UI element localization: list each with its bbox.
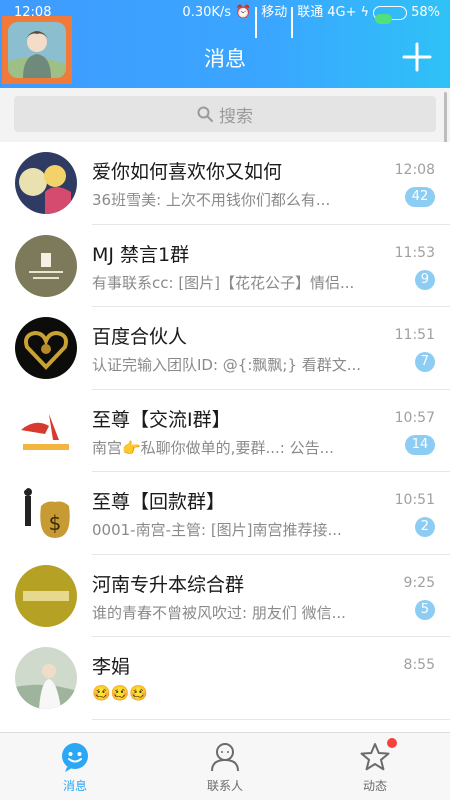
unread-badge: 7 (414, 352, 435, 372)
search-icon (197, 106, 213, 122)
conversation-name: 河南专升本综合群 (92, 573, 245, 596)
conversation-row[interactable]: 百度合伙人 认证完输入团队ID: @{:飘飘;} 看群文... 11:51 7 (0, 307, 450, 390)
conversation-name: 至尊【交流I群】 (92, 408, 231, 431)
bottom-nav: 消息 联系人 动态 (0, 732, 450, 800)
conversation-row[interactable]: 至尊【交流I群】 南宫👉私聊你做单的,要群...: 公告... 10:57 14 (0, 389, 450, 472)
group-avatar: $ (15, 482, 77, 544)
battery-percent: 58% (411, 5, 440, 20)
network-speed: 0.30K/s (182, 5, 232, 20)
conversation-name: 李娟 (92, 656, 131, 678)
group-avatar (15, 234, 77, 297)
battery-icon (373, 6, 408, 24)
contacts-icon (211, 743, 239, 772)
signal-icon (255, 7, 258, 38)
group-avatar (15, 152, 77, 214)
conversation-time: 10:57 (394, 409, 435, 426)
profile-avatar-button[interactable] (2, 16, 72, 84)
charging-icon: ϟ (360, 5, 370, 20)
conversation-preview: 南宫👉私聊你做单的,要群...: 公告... (92, 438, 334, 457)
tab-feeds-label: 动态 (362, 779, 387, 793)
conversation-list: 爱你如何喜欢你又如何 36班雪美: 上次不用钱你们都么有... 12:08 42… (0, 142, 450, 732)
conversation-time: 12:08 (394, 162, 435, 178)
svg-text:$: $ (49, 511, 62, 535)
conversation-preview: 谁的青春不曾被风吹过: 朋友们 微信... (92, 603, 346, 622)
alarm-icon: ⏰ (235, 5, 252, 20)
group-avatar (15, 317, 77, 379)
group-avatar (15, 564, 77, 627)
tab-messages-label: 消息 (62, 779, 87, 793)
conversation-name: 爱你如何喜欢你又如何 (92, 161, 283, 183)
conversation-row[interactable]: $ 至尊【回款群】 0001-南宫-主管: [图片]南宫推荐接... 10:51… (0, 472, 450, 555)
tab-contacts[interactable]: 联系人 (150, 733, 300, 800)
conversation-preview: 认证完输入团队ID: @{:飘飘;} 看群文... (92, 356, 362, 374)
unread-badge: 42 (405, 187, 435, 207)
notification-dot (387, 738, 397, 748)
conversation-row[interactable]: MJ 禁言1群 有事联系cc: [图片]【花花公子】情侣... 11:53 9 (0, 224, 450, 307)
conversation-name: 至尊【回款群】 (92, 491, 226, 513)
unread-badge: 2 (414, 517, 435, 537)
signal-icon-2 (291, 7, 294, 38)
conversation-time: 10:51 (394, 492, 435, 508)
search-placeholder: 搜索 (219, 106, 253, 127)
star-icon (360, 743, 390, 771)
conversation-time: 9:25 (403, 574, 435, 591)
tab-feeds[interactable]: 动态 (300, 733, 450, 800)
conversation-row[interactable]: 河南专升本综合群 谁的青春不曾被风吹过: 朋友们 微信... 9:25 5 (0, 554, 450, 637)
conversation-time: 11:51 (394, 327, 435, 343)
conversation-preview: 36班雪美: 上次不用钱你们都么有... (92, 191, 331, 209)
conversation-preview: 0001-南宫-主管: [图片]南宫推荐接... (92, 521, 342, 539)
conversation-row[interactable]: 爱你如何喜欢你又如何 36班雪美: 上次不用钱你们都么有... 12:08 42 (0, 142, 450, 225)
scrollbar[interactable] (444, 92, 447, 148)
message-bubble-icon (62, 743, 88, 772)
conversation-name: 百度合伙人 (92, 326, 188, 348)
search-area: 搜索 (0, 88, 450, 142)
unread-badge: 5 (414, 599, 435, 620)
conversation-row[interactable]: 李娟 🥴🥴🥴 8:55 (0, 637, 450, 720)
unread-badge: 14 (405, 434, 435, 455)
tab-messages[interactable]: 消息 (0, 733, 150, 800)
avatar (8, 22, 66, 78)
network-type: 4G+ (327, 5, 357, 20)
conversation-time: 8:55 (403, 657, 435, 673)
contact-avatar (15, 647, 77, 709)
conversation-preview: 🥴🥴🥴 (92, 684, 149, 702)
unread-badge: 9 (414, 269, 435, 290)
add-icon[interactable] (402, 42, 432, 72)
conversation-time: 11:53 (394, 244, 435, 261)
carrier-2: 联通 (297, 5, 324, 20)
conversation-preview: 有事联系cc: [图片]【花花公子】情侣... (92, 273, 355, 292)
search-input[interactable]: 搜索 (14, 96, 436, 132)
conversation-name: MJ 禁言1群 (92, 243, 190, 266)
group-avatar (15, 399, 77, 462)
tab-contacts-label: 联系人 (206, 779, 243, 793)
carrier-1: 移动 (261, 5, 288, 20)
